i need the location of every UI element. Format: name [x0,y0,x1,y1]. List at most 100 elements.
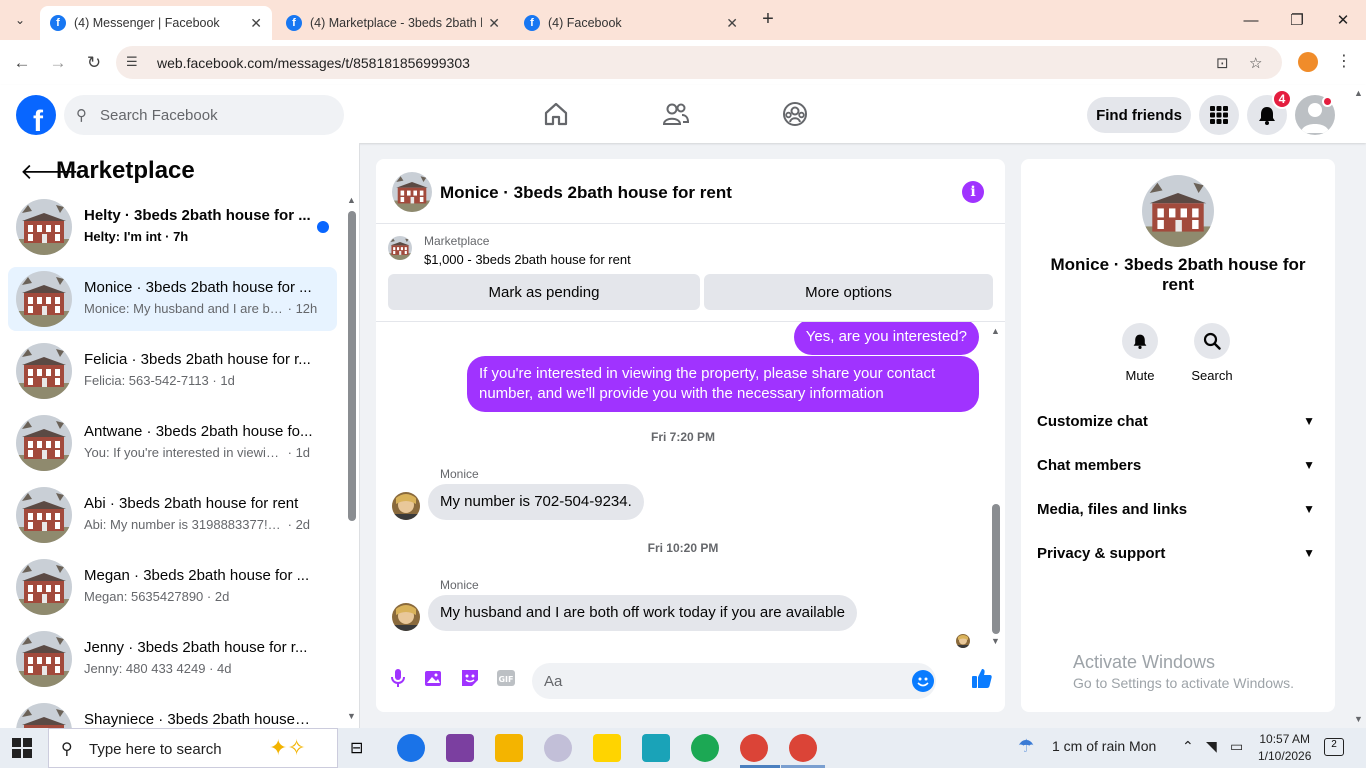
notification-center-icon[interactable]: 2 [1324,738,1344,756]
page-scrollbar[interactable]: ▲ ▼ [1352,88,1366,728]
battery-icon[interactable]: ▭ [1230,738,1243,755]
tab-close-icon[interactable]: ✕ [488,15,500,32]
message-scrollbar[interactable]: ▲ ▼ [990,326,1002,650]
message-input[interactable] [544,663,904,699]
tab-facebook[interactable]: f (4) Facebook ✕ [514,6,748,40]
task-view-icon[interactable]: ⊟ [350,738,363,758]
conversation-item[interactable]: Antwane · 3beds 2bath house fo... You: I… [8,411,337,475]
media-files-links-section[interactable]: Media, files and links ▼ [1037,489,1319,529]
reload-button[interactable]: ↻ [81,50,107,76]
sticker-icon[interactable] [458,666,482,690]
timestamp: Fri 7:20 PM [650,430,716,444]
whatsapp-icon[interactable] [691,734,719,762]
emoji-icon[interactable] [912,670,934,692]
bookmark-star-icon[interactable]: ☆ [1249,54,1262,72]
winrar-app-icon[interactable] [446,734,474,762]
scrollbar-thumb[interactable] [348,211,356,521]
friends-icon[interactable] [661,99,691,129]
privacy-support-section[interactable]: Privacy & support ▼ [1037,533,1319,573]
tab-search-dropdown-icon[interactable]: ⌄ [8,8,32,32]
file-explorer-icon[interactable] [495,734,523,762]
conversation-list-scrollbar[interactable]: ▲ ▼ [346,195,356,721]
scrollbar-thumb[interactable] [992,504,1000,634]
sticky-notes-icon[interactable] [593,734,621,762]
sender-avatar[interactable] [392,603,420,631]
weather-rain-icon[interactable]: ☂ [1018,736,1034,757]
mark-as-pending-button[interactable]: Mark as pending [388,274,700,310]
scroll-up-arrow-icon[interactable]: ▲ [1354,88,1363,98]
search-icon[interactable] [1194,323,1230,359]
forward-button[interactable]: → [45,50,71,76]
menu-grid-icon[interactable] [1199,95,1239,135]
conversation-item[interactable]: Abi · 3beds 2bath house for rent Abi: My… [8,483,337,547]
facebook-search[interactable]: ⚲ [64,95,344,135]
groups-icon[interactable] [780,99,810,129]
find-friends-button[interactable]: Find friends [1087,97,1191,133]
home-icon[interactable] [541,99,571,129]
tab-close-icon[interactable]: ✕ [250,15,262,32]
info-icon[interactable]: i [962,181,984,203]
tab-messenger[interactable]: f (4) Messenger | Facebook ✕ [40,6,272,40]
conversation-item[interactable]: Megan · 3beds 2bath house for ... Megan:… [8,555,337,619]
outgoing-message[interactable]: If you're interested in viewing the prop… [467,356,979,412]
conversation-title: Megan · 3beds 2bath house for ... [84,567,310,584]
conversation-avatar-large[interactable] [1142,175,1214,247]
incoming-message[interactable]: My husband and I are both off work today… [428,595,857,631]
more-options-button[interactable]: More options [704,274,993,310]
facebook-search-input[interactable] [100,95,330,135]
close-window-button[interactable]: ✕ [1320,6,1366,34]
install-app-icon[interactable]: ⊡ [1216,54,1229,72]
listing-thumbnail[interactable] [388,236,412,260]
customize-chat-section[interactable]: Customize chat ▼ [1037,401,1319,441]
chrome-app-icon[interactable] [397,734,425,762]
sender-avatar[interactable] [392,492,420,520]
tab-close-icon[interactable]: ✕ [726,15,738,32]
scroll-down-arrow-icon[interactable]: ▼ [347,711,356,721]
photo-icon[interactable] [422,666,446,690]
app-s-icon[interactable] [642,734,670,762]
site-info-icon[interactable]: ☰ [126,54,138,70]
system-clock[interactable]: 10:57 AM 1/10/2026 [1258,731,1311,765]
chrome-profile-icon[interactable] [740,734,768,762]
browser-menu-icon[interactable]: ⋮ [1336,51,1352,71]
conversation-item[interactable]: Helty · 3beds 2bath house for ... Helty:… [8,195,337,259]
scroll-down-arrow-icon[interactable]: ▼ [991,636,1000,646]
mute-label: Mute [1125,368,1155,383]
incoming-message[interactable]: My number is 702-504-9234. [428,484,644,520]
microphone-icon[interactable] [386,666,410,690]
thumbs-up-icon[interactable] [970,666,994,690]
conversation-item-selected[interactable]: Monice · 3beds 2bath house for ... Monic… [8,267,337,331]
conversation-item[interactable]: Felicia · 3beds 2bath house for r... Fel… [8,339,337,403]
scroll-up-arrow-icon[interactable]: ▲ [991,326,1000,336]
conversation-item[interactable]: Shayniece · 3beds 2bath house f... [8,699,337,728]
mute-action[interactable]: Mute [1100,323,1180,383]
tab-marketplace[interactable]: f (4) Marketplace - 3beds 2bath h ✕ [276,6,510,40]
outgoing-message[interactable]: Yes, are you interested? [793,322,979,355]
message-input-box[interactable] [532,663,936,699]
facebook-logo-icon[interactable]: f [16,95,56,135]
omnibox[interactable]: ☰ web.facebook.com/messages/t/8581818569… [116,46,1282,79]
back-button[interactable]: ← [9,50,35,76]
minimize-button[interactable]: — [1228,6,1274,34]
windows-start-icon[interactable] [12,738,32,758]
wifi-icon[interactable]: ◥ [1206,738,1217,755]
extension-icon[interactable] [1298,52,1318,72]
new-tab-button[interactable]: + [756,8,780,31]
conversation-time: · 2d [287,517,311,532]
chat-title[interactable]: Monice · 3beds 2bath house for rent [440,183,732,203]
listing-price-title[interactable]: $1,000 - 3beds 2bath house for rent [424,252,631,267]
search-in-conversation-action[interactable]: Search [1172,323,1252,383]
taskbar-search[interactable]: ⚲ Type here to search ✦✧ [48,728,338,768]
chat-avatar[interactable] [392,172,432,212]
chrome-active-icon[interactable] [789,734,817,762]
scroll-up-arrow-icon[interactable]: ▲ [347,195,356,205]
paint-app-icon[interactable] [544,734,572,762]
chat-members-section[interactable]: Chat members ▼ [1037,445,1319,485]
weather-text[interactable]: 1 cm of rain Mon [1052,738,1156,754]
conversation-item[interactable]: Jenny · 3beds 2bath house for r... Jenny… [8,627,337,691]
restore-button[interactable]: ❐ [1274,6,1320,34]
scroll-down-arrow-icon[interactable]: ▼ [1354,714,1363,724]
show-hidden-icons-icon[interactable]: ⌃ [1182,738,1194,755]
gif-icon[interactable]: GIF [494,666,518,690]
bell-icon[interactable] [1122,323,1158,359]
